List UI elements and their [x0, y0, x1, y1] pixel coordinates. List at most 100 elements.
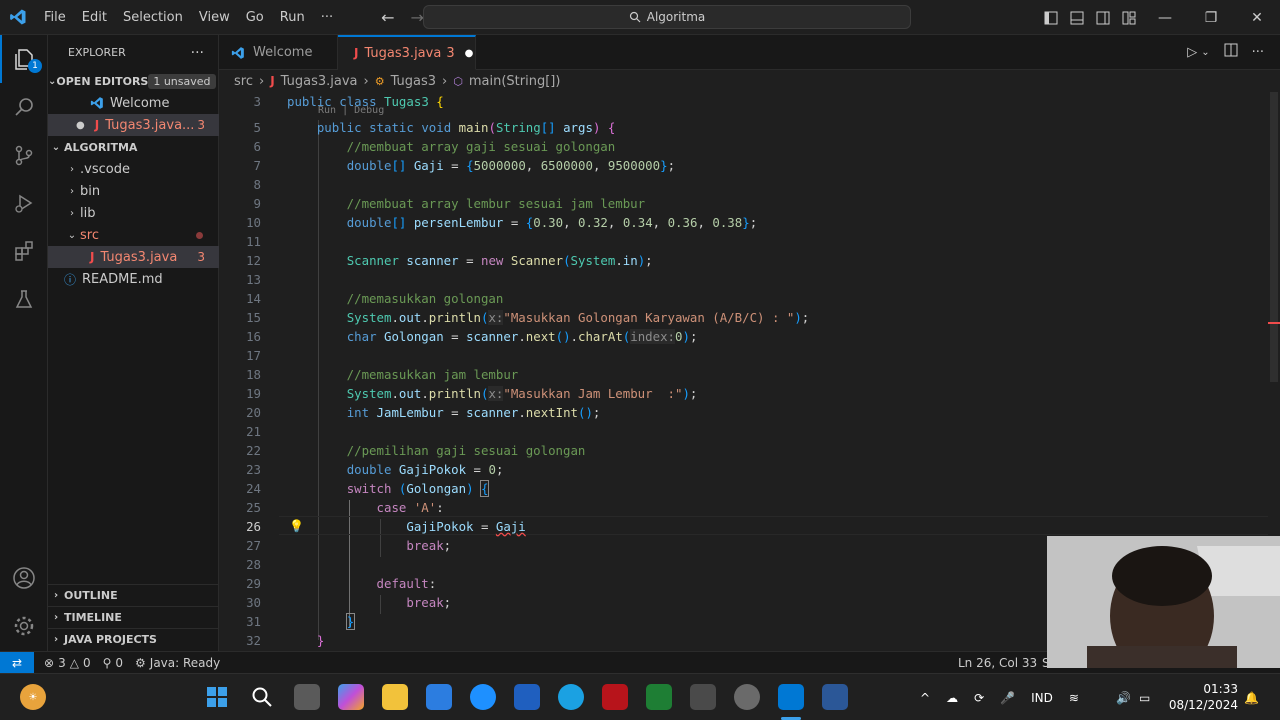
split-editor-icon[interactable] — [1224, 43, 1238, 61]
scrollbar-thumb[interactable] — [1270, 92, 1278, 382]
chevron-up-icon[interactable]: ^ — [920, 691, 930, 705]
microphone-icon[interactable]: 🎤 — [1000, 691, 1015, 705]
task-view-icon[interactable] — [294, 684, 320, 710]
tab-welcome[interactable]: Welcome — [219, 35, 338, 70]
tree-item-tugas3[interactable]: J Tugas3.java 3 — [48, 246, 219, 268]
editor-more-icon[interactable]: ··· — [1252, 45, 1264, 60]
spreadsheet-app-icon[interactable] — [646, 684, 672, 710]
windows-start-icon[interactable] — [204, 684, 230, 710]
breadcrumb-class[interactable]: Tugas3 — [391, 74, 436, 89]
volume-icon[interactable]: 🔊 — [1116, 691, 1131, 705]
command-center-search[interactable]: Algoritma — [423, 5, 911, 29]
code-line: 7 double[] Gaji = {5000000, 6500000, 950… — [219, 156, 1280, 175]
back-arrow-icon[interactable]: ← — [381, 8, 394, 27]
extensions-icon[interactable] — [0, 227, 48, 275]
breadcrumb-file[interactable]: Tugas3.java — [281, 74, 358, 89]
webcam-overlay — [1047, 536, 1280, 668]
line-number: 32 — [246, 633, 261, 648]
vscode-file-icon — [231, 46, 244, 59]
help-icon[interactable] — [558, 684, 584, 710]
line-number: 11 — [246, 234, 261, 249]
menu-file[interactable]: File — [36, 0, 74, 35]
menu-view[interactable]: View — [191, 0, 238, 35]
manage-gear-icon[interactable] — [0, 602, 48, 650]
tree-item-lib[interactable]: › lib — [48, 202, 219, 224]
line-number: 5 — [253, 120, 261, 135]
ports-status[interactable]: ⚲ 0 — [97, 656, 129, 670]
customize-layout-icon[interactable] — [1116, 0, 1142, 35]
microsoft-store-icon[interactable] — [426, 684, 452, 710]
toggle-secondary-sidebar-icon[interactable] — [1090, 0, 1116, 35]
cursor-position[interactable]: Ln 26, Col 33 — [952, 656, 1043, 670]
outline-header[interactable]: › OUTLINE — [48, 584, 219, 606]
tab-tugas3[interactable]: J Tugas3.java 3 ● — [338, 35, 476, 70]
vscode-taskbar-icon[interactable] — [778, 684, 804, 710]
input-language[interactable]: IND — [1031, 691, 1053, 705]
battery-icon[interactable]: ▭ — [1139, 691, 1150, 705]
menu-selection[interactable]: Selection — [115, 0, 191, 35]
toggle-panel-icon[interactable] — [1064, 0, 1090, 35]
open-editor-welcome[interactable]: Welcome — [48, 92, 219, 114]
timeline-header[interactable]: › TIMELINE — [48, 606, 219, 628]
project-label: ALGORITMA — [64, 140, 138, 154]
search-view-icon[interactable] — [0, 83, 48, 131]
line-number: 22 — [246, 443, 261, 458]
restore-button[interactable]: ❐ — [1188, 0, 1234, 35]
minimize-button[interactable]: — — [1142, 0, 1188, 35]
breadcrumb-method[interactable]: main(String[]) — [469, 74, 561, 89]
edge-browser-icon[interactable] — [470, 684, 496, 710]
tree-item-bin[interactable]: › bin — [48, 180, 219, 202]
weather-widget-icon[interactable]: ☀ — [20, 684, 46, 710]
notification-bell-icon[interactable]: 🔔 — [1244, 674, 1259, 720]
account-icon[interactable] — [0, 554, 48, 602]
virtualbox-icon[interactable] — [690, 684, 716, 710]
menu-go[interactable]: Go — [238, 0, 272, 35]
more-actions-icon[interactable]: ··· — [191, 45, 204, 61]
unsaved-dot-icon[interactable]: ● — [76, 120, 85, 131]
explorer-icon[interactable]: 1 — [0, 35, 48, 83]
menu-edit[interactable]: Edit — [74, 0, 115, 35]
chevron-down-icon[interactable]: ⌄ — [1201, 47, 1209, 58]
testing-flask-icon[interactable] — [0, 275, 48, 323]
open-editors-header[interactable]: ⌄ OPEN EDITORS 1 unsaved — [48, 70, 219, 92]
tree-item-vscode[interactable]: › .vscode — [48, 158, 219, 180]
myhp-icon[interactable] — [514, 684, 540, 710]
chevron-right-icon: › — [442, 73, 448, 89]
file-explorer-icon[interactable] — [382, 684, 408, 710]
sync-icon[interactable]: ⟳ — [974, 691, 984, 705]
tree-item-src[interactable]: ⌄ src — [48, 224, 219, 246]
remote-indicator-icon[interactable]: ⇄ — [0, 651, 34, 674]
menu-more[interactable]: ··· — [313, 0, 341, 35]
search-icon[interactable] — [249, 684, 275, 710]
java-projects-header[interactable]: › JAVA PROJECTS — [48, 628, 219, 650]
line-number: 26 — [246, 519, 261, 534]
tree-item-readme[interactable]: ⓘ README.md — [48, 268, 219, 290]
unsaved-dot-icon[interactable]: ● — [465, 48, 474, 59]
menu-bar: File Edit Selection View Go Run ··· — [36, 0, 341, 35]
menu-run[interactable]: Run — [272, 0, 313, 35]
breadcrumb-folder[interactable]: src — [234, 74, 253, 89]
cursor-position-label: Ln 26, Col 33 — [958, 655, 1038, 670]
line-number: 14 — [246, 291, 261, 306]
problems-status[interactable]: ⊗ 3 △ 0 — [38, 656, 97, 670]
toggle-primary-sidebar-icon[interactable] — [1038, 0, 1064, 35]
java-status[interactable]: ⚙ Java: Ready — [129, 656, 226, 670]
run-debug-icon[interactable] — [0, 179, 48, 227]
close-window-button[interactable]: ✕ — [1234, 0, 1280, 35]
clock[interactable]: 01:33 08/12/2024 — [1168, 681, 1238, 713]
word-icon[interactable] — [822, 684, 848, 710]
algoritma-folder-header[interactable]: ⌄ ALGORITMA — [48, 136, 219, 158]
source-control-icon[interactable] — [0, 131, 48, 179]
wifi-icon[interactable]: ≋ — [1069, 691, 1079, 705]
line-number: 7 — [253, 158, 261, 173]
unsaved-pill: 1 unsaved — [148, 73, 216, 89]
open-editor-tugas3[interactable]: ● J Tugas3.java... 3 — [48, 114, 219, 136]
copilot-icon[interactable] — [338, 684, 364, 710]
forward-arrow-icon[interactable]: → — [411, 8, 424, 27]
mcafee-icon[interactable] — [602, 684, 628, 710]
obs-icon[interactable] — [734, 684, 760, 710]
run-java-icon[interactable]: ▷ — [1187, 45, 1197, 60]
run-debug-codelens[interactable]: Run | Debug — [318, 105, 384, 116]
onedrive-icon[interactable]: ☁ — [946, 691, 958, 705]
line-number: 18 — [246, 367, 261, 382]
